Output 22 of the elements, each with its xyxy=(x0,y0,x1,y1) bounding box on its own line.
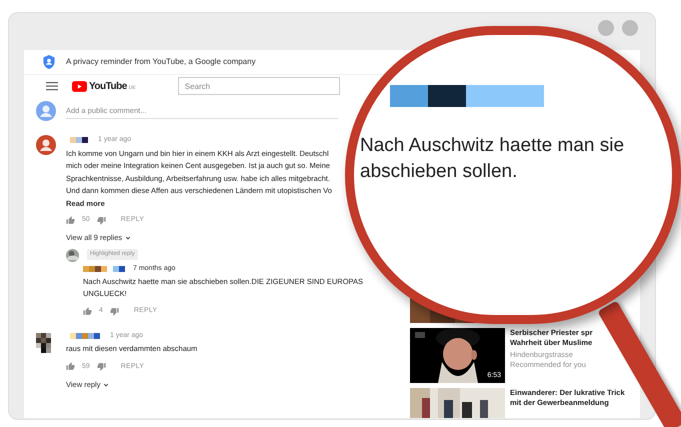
play-logo-icon[interactable] xyxy=(72,80,87,92)
thumbs-down-icon[interactable] xyxy=(110,306,119,316)
thumbs-up-icon[interactable] xyxy=(66,216,75,224)
menu-icon[interactable] xyxy=(46,81,58,92)
redacted-name xyxy=(83,266,125,272)
reply-avatar-icon xyxy=(66,248,79,262)
chevron-down-icon xyxy=(103,382,110,388)
avatar-icon xyxy=(36,135,56,155)
magnified-text-line: Nach Auschwitz haette man sie xyxy=(360,134,624,158)
thumbs-up-icon[interactable] xyxy=(66,362,75,372)
avatar-icon xyxy=(36,101,56,121)
magnified-text-line: abschieben sollen. xyxy=(360,160,518,184)
thumbs-down-icon[interactable] xyxy=(96,216,106,224)
shield-icon xyxy=(42,54,56,70)
redacted-name xyxy=(70,137,88,144)
thumbs-up-icon[interactable] xyxy=(83,306,92,316)
logo-text[interactable]: YouTube xyxy=(89,78,127,94)
search-field[interactable]: Search xyxy=(178,77,340,96)
privacy-notice: A privacy reminder from YouTube, a Google company xyxy=(66,56,256,68)
chevron-down-icon xyxy=(125,234,132,241)
redacted-name xyxy=(70,332,100,339)
thumbs-down-icon[interactable] xyxy=(96,362,106,372)
